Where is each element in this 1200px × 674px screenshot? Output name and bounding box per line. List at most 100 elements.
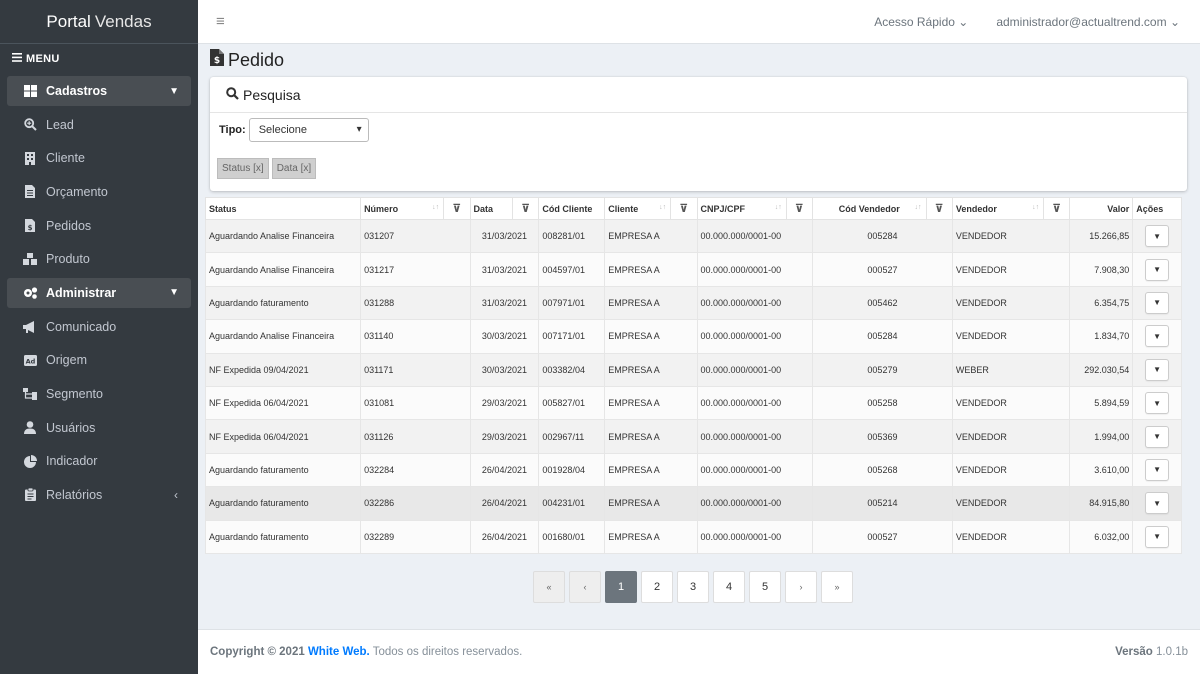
col-status[interactable]: Status: [204, 197, 362, 220]
row-actions-dropdown-button[interactable]: ▼: [1145, 392, 1170, 415]
cell-vendedor: VENDEDOR: [951, 385, 1071, 421]
row-actions-dropdown-button[interactable]: ▼: [1145, 492, 1170, 515]
table-row[interactable]: Aguardando faturamento 032286 26/04/2021 00…: [204, 486, 1182, 521]
table-row[interactable]: Aguardando faturamento 031288 31/03/2021 00…: [204, 285, 1182, 321]
cell-vendedor: VENDEDOR: [951, 218, 1071, 254]
col-cod-vendedor[interactable]: Cód Vendedor ↓↑: [812, 197, 927, 220]
quick-access-dropdown[interactable]: Acesso Rápido ⌄: [874, 15, 968, 29]
col-data[interactable]: Data: [469, 197, 514, 220]
cell-numero: 031171: [360, 352, 471, 387]
brand-part1: Portal: [46, 11, 91, 31]
table-row[interactable]: Aguardando Analise Financeira 031140 30/03…: [204, 319, 1182, 354]
sidebar-item-label: Cadastros: [46, 84, 108, 98]
chevron-down-icon: ▼: [169, 85, 179, 97]
table-row[interactable]: Aguardando faturamento 032284 26/04/2021 00…: [204, 452, 1182, 488]
cell-status: Aguardando faturamento: [204, 452, 362, 488]
col-numero[interactable]: Número ↓↑: [360, 197, 445, 220]
cell-cod-vendedor: 000527: [812, 519, 953, 554]
white-web-link[interactable]: White Web.: [308, 646, 370, 658]
sidebar-item-cadastros[interactable]: Cadastros ▼: [7, 76, 191, 106]
col-cod-vendedor-label: Cód Vendedor: [838, 203, 900, 214]
svg-text:$: $: [28, 224, 33, 232]
building-icon: [22, 151, 38, 165]
cell-numero: 031126: [360, 419, 471, 454]
sidebar-item-pedidos[interactable]: $ Pedidos: [0, 209, 198, 243]
cell-cod-cliente: 001680/01: [538, 519, 606, 554]
menu-label: MENU: [26, 53, 60, 65]
cell-cliente: EMPRESA A: [604, 319, 698, 354]
version: Versão 1.0.1b: [1115, 646, 1188, 658]
page-2-button[interactable]: 2: [641, 571, 673, 603]
filter-icon[interactable]: ⊽: [785, 197, 814, 220]
cell-status: NF Expedida 06/04/2021: [204, 419, 362, 454]
table-row[interactable]: NF Expedida 09/04/2021 031171 30/03/2021 00…: [204, 352, 1182, 387]
col-valor[interactable]: Valor: [1069, 197, 1134, 220]
col-cliente[interactable]: Cliente ↓↑: [604, 197, 672, 220]
sidebar-item-label: Produto: [46, 252, 90, 267]
page-next-button[interactable]: ›: [785, 571, 817, 603]
row-actions-dropdown-button[interactable]: ▼: [1145, 358, 1170, 381]
table-row[interactable]: NF Expedida 06/04/2021 031126 29/03/2021 00…: [204, 419, 1182, 454]
sidebar-item-produto[interactable]: Produto: [0, 242, 198, 276]
cell-cod-vendedor: 005214: [812, 486, 953, 521]
sidebar-item-segmento[interactable]: Segmento: [0, 377, 198, 411]
status-filter-tag[interactable]: Status [x]: [217, 158, 269, 179]
cell-valor: 7.908,30: [1069, 252, 1134, 287]
brand-logo[interactable]: Portal Vendas: [0, 0, 198, 44]
sidebar-item-origem[interactable]: Ad Origem: [0, 344, 198, 378]
row-actions-dropdown-button[interactable]: ▼: [1145, 325, 1170, 348]
tipo-select[interactable]: Selecione ▾: [248, 118, 369, 142]
row-actions-dropdown-button[interactable]: ▼: [1145, 425, 1170, 448]
sidebar-item-indicador[interactable]: Indicador: [0, 444, 198, 478]
row-actions-dropdown-button[interactable]: ▼: [1145, 258, 1170, 281]
sidebar-item-comunicado[interactable]: Comunicado: [0, 310, 198, 344]
sort-icon: ↓↑: [432, 204, 440, 211]
col-cod-cliente[interactable]: Cód Cliente: [538, 197, 606, 220]
sidebar-item-usuarios[interactable]: Usuários: [0, 411, 198, 445]
cell-valor: 15.266,85: [1069, 218, 1134, 254]
sort-icon: ↓↑: [659, 204, 667, 211]
cell-vendedor: VENDEDOR: [951, 419, 1071, 454]
cell-valor: 6.032,00: [1069, 519, 1134, 554]
table-row[interactable]: Aguardando faturamento 032289 26/04/2021 00…: [204, 519, 1182, 554]
row-actions-dropdown-button[interactable]: ▼: [1145, 225, 1170, 248]
page-4-button[interactable]: 4: [713, 571, 745, 603]
filter-icon[interactable]: ⊽: [1043, 197, 1071, 220]
cell-cod-cliente: 002967/11: [538, 419, 606, 454]
col-cnpj[interactable]: CNPJ/CPF ↓↑: [696, 197, 787, 220]
row-actions-dropdown-button[interactable]: ▼: [1145, 525, 1170, 548]
page-1-button[interactable]: 1: [605, 571, 637, 603]
sidebar-item-administrar[interactable]: Administrar ▼: [7, 277, 191, 308]
page-5-button[interactable]: 5: [749, 571, 781, 603]
sidebar-item-lead[interactable]: Lead: [0, 108, 198, 142]
page-first-button[interactable]: «: [533, 571, 565, 603]
cell-cod-cliente: 003382/04: [538, 352, 606, 387]
sidebar-item-orcamento[interactable]: Orçamento: [0, 175, 198, 209]
user-dropdown[interactable]: administrador@actualtrend.com ⌄: [996, 15, 1180, 29]
page-last-button[interactable]: »: [821, 571, 853, 603]
page-prev-button[interactable]: ‹: [569, 571, 601, 603]
cell-data: 30/03/2021: [469, 319, 540, 354]
version-label: Versão: [1115, 646, 1153, 658]
data-filter-tag[interactable]: Data [x]: [271, 158, 317, 179]
cell-cod-vendedor: 000527: [812, 252, 953, 287]
table-row[interactable]: NF Expedida 06/04/2021 031081 29/03/2021 00…: [204, 385, 1182, 421]
quick-access-label: Acesso Rápido: [874, 14, 955, 29]
tipo-select-value: Selecione: [258, 124, 308, 136]
row-actions-dropdown-button[interactable]: ▼: [1145, 458, 1170, 481]
filter-icon[interactable]: ⊽: [670, 197, 698, 220]
filter-icon[interactable]: ⊽: [443, 197, 471, 220]
filter-icon[interactable]: ⊽: [512, 197, 540, 220]
col-vendedor[interactable]: Vendedor ↓↑: [951, 197, 1045, 220]
menu-toggle-icon[interactable]: ≡: [216, 13, 225, 30]
sidebar-item-relatorios[interactable]: Relatórios ‹: [0, 478, 198, 512]
table-row[interactable]: Aguardando Analise Financeira 031217 31/03…: [204, 252, 1182, 287]
search-card-header: Pesquisa: [210, 77, 1187, 113]
row-actions-dropdown-button[interactable]: ▼: [1145, 291, 1170, 314]
search-icon: [226, 86, 239, 103]
table-row[interactable]: Aguardando Analise Financeira 031207 31/03…: [204, 218, 1182, 254]
cell-status: NF Expedida 06/04/2021: [204, 385, 362, 421]
filter-icon[interactable]: ⊽: [925, 197, 953, 220]
page-3-button[interactable]: 3: [677, 571, 709, 603]
sidebar-item-cliente[interactable]: Cliente: [0, 142, 198, 176]
